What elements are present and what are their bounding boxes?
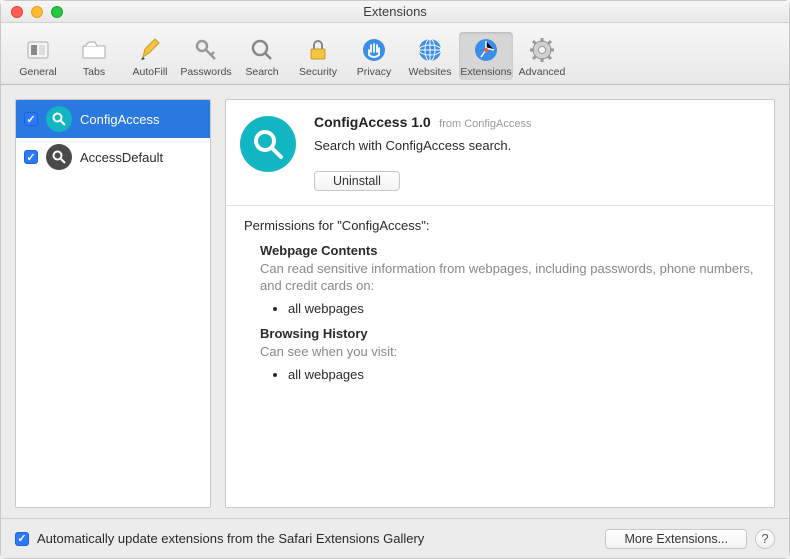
- tab-label: Tabs: [83, 66, 105, 78]
- permission-heading: Browsing History: [260, 326, 756, 341]
- puzzle-icon: [472, 36, 500, 64]
- content-area: ConfigAccess AccessDefault ConfigAccess …: [1, 85, 789, 518]
- tab-passwords[interactable]: Passwords: [179, 32, 233, 80]
- tab-autofill[interactable]: AutoFill: [123, 32, 177, 80]
- tab-label: Advanced: [519, 66, 566, 78]
- lock-icon: [304, 36, 332, 64]
- tab-advanced[interactable]: Advanced: [515, 32, 569, 80]
- tab-label: Passwords: [180, 66, 231, 78]
- tab-label: Search: [245, 66, 278, 78]
- gear-icon: [528, 36, 556, 64]
- permission-target: all webpages: [288, 367, 756, 382]
- search-icon: [46, 106, 72, 132]
- search-icon: [46, 144, 72, 170]
- permission-webpage-contents: Webpage Contents Can read sensitive info…: [260, 243, 756, 316]
- permissions-section: Permissions for "ConfigAccess": Webpage …: [226, 206, 774, 400]
- globe-icon: [416, 36, 444, 64]
- auto-update-label: Automatically update extensions from the…: [37, 531, 424, 546]
- window-title: Extensions: [1, 4, 789, 19]
- permissions-header: Permissions for "ConfigAccess":: [244, 218, 756, 233]
- tab-label: Extensions: [460, 66, 511, 78]
- tab-security[interactable]: Security: [291, 32, 345, 80]
- sidebar-item-configaccess[interactable]: ConfigAccess: [16, 100, 210, 138]
- tab-websites[interactable]: Websites: [403, 32, 457, 80]
- help-button[interactable]: ?: [755, 529, 775, 549]
- permission-heading: Webpage Contents: [260, 243, 756, 258]
- sidebar-item-label: ConfigAccess: [80, 112, 159, 127]
- more-extensions-button[interactable]: More Extensions...: [605, 529, 747, 549]
- switch-icon: [24, 36, 52, 64]
- tab-tabs[interactable]: Tabs: [67, 32, 121, 80]
- enable-checkbox[interactable]: [24, 150, 38, 164]
- tab-label: Privacy: [357, 66, 391, 78]
- preferences-window: Extensions General Tabs AutoFill Passwor…: [0, 0, 790, 559]
- tab-extensions[interactable]: Extensions: [459, 32, 513, 80]
- enable-checkbox[interactable]: [24, 112, 38, 126]
- uninstall-button[interactable]: Uninstall: [314, 171, 400, 191]
- extensions-list: ConfigAccess AccessDefault: [15, 99, 211, 508]
- permission-browsing-history: Browsing History Can see when you visit:…: [260, 326, 756, 382]
- extension-title: ConfigAccess 1.0: [314, 114, 431, 130]
- permission-list: all webpages: [288, 301, 756, 316]
- auto-update-checkbox[interactable]: [15, 532, 29, 546]
- sidebar-item-accessdefault[interactable]: AccessDefault: [16, 138, 210, 176]
- tab-label: AutoFill: [132, 66, 167, 78]
- permission-description: Can see when you visit:: [260, 344, 756, 361]
- permission-description: Can read sensitive information from webp…: [260, 261, 756, 295]
- extension-detail: ConfigAccess 1.0 from ConfigAccess Searc…: [225, 99, 775, 508]
- permission-target: all webpages: [288, 301, 756, 316]
- tab-label: Security: [299, 66, 337, 78]
- titlebar: Extensions: [1, 1, 789, 23]
- detail-meta: ConfigAccess 1.0 from ConfigAccess Searc…: [314, 114, 760, 191]
- footer: Automatically update extensions from the…: [1, 518, 789, 558]
- extension-author: from ConfigAccess: [439, 118, 531, 130]
- search-icon: [240, 116, 296, 172]
- tab-privacy[interactable]: Privacy: [347, 32, 401, 80]
- tab-label: Websites: [409, 66, 452, 78]
- sidebar-item-label: AccessDefault: [80, 150, 163, 165]
- tab-general[interactable]: General: [11, 32, 65, 80]
- pencil-icon: [136, 36, 164, 64]
- extension-description: Search with ConfigAccess search.: [314, 138, 760, 153]
- permission-list: all webpages: [288, 367, 756, 382]
- hand-icon: [360, 36, 388, 64]
- key-icon: [192, 36, 220, 64]
- tab-label: General: [19, 66, 56, 78]
- search-icon: [248, 36, 276, 64]
- tab-search[interactable]: Search: [235, 32, 289, 80]
- tabs-icon: [80, 36, 108, 64]
- detail-header: ConfigAccess 1.0 from ConfigAccess Searc…: [226, 100, 774, 206]
- preferences-toolbar: General Tabs AutoFill Passwords Search: [1, 23, 789, 85]
